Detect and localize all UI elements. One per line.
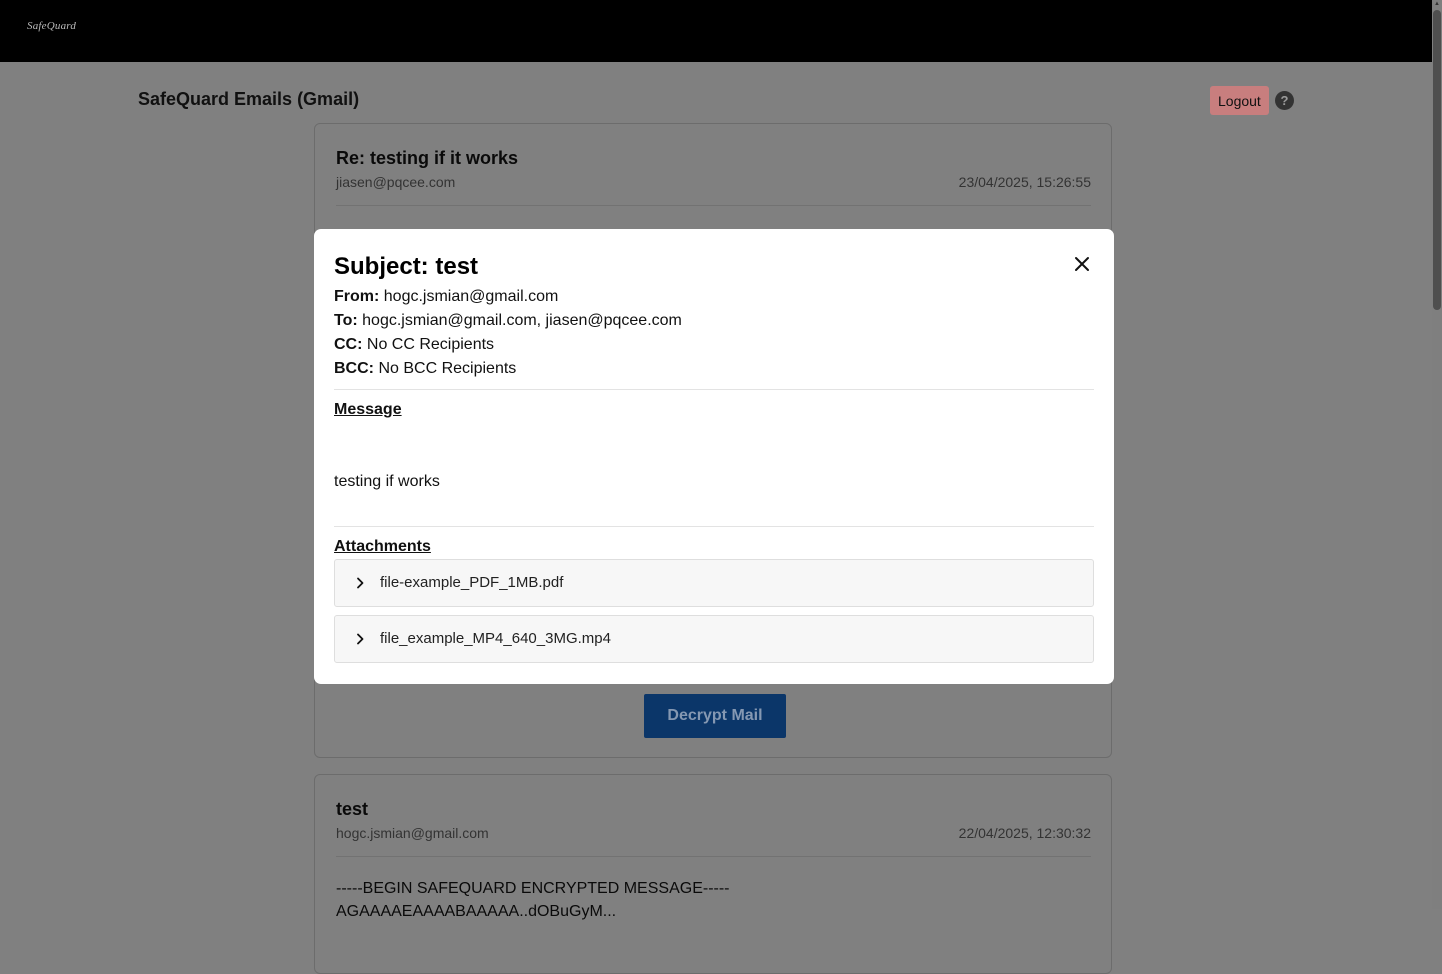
decrypt-mail-button[interactable]: Decrypt Mail (644, 694, 786, 738)
email-date: 22/04/2025, 12:30:32 (958, 825, 1091, 841)
app-logo[interactable]: SafeQuard (27, 20, 76, 32)
chevron-right-icon[interactable] (353, 632, 367, 646)
card-divider (336, 205, 1091, 206)
cc-value: No CC Recipients (366, 336, 495, 353)
message-body: testing if works (334, 473, 440, 490)
logout-button[interactable]: Logout (1210, 86, 1269, 115)
subject-label: Subject: (334, 253, 429, 280)
attachment-name: file-example_PDF_1MB.pdf (380, 574, 564, 591)
attachment-item[interactable]: file_example_MP4_640_3MG.mp4 (334, 615, 1094, 663)
help-icon[interactable]: ? (1275, 91, 1294, 110)
attachment-item[interactable]: file-example_PDF_1MB.pdf (334, 559, 1094, 607)
from-row: From: hogc.jsmian@gmail.com (334, 288, 558, 306)
subject-value: test (435, 253, 479, 280)
to-label: To: (334, 312, 358, 329)
cc-row: CC: No CC Recipients (334, 336, 494, 354)
modal-subject: Subject: test (334, 253, 478, 281)
scrollbar-thumb[interactable] (1433, 10, 1441, 310)
modal-divider (334, 526, 1094, 527)
encrypted-message-header: -----BEGIN SAFEQUARD ENCRYPTED MESSAGE--… (336, 880, 730, 897)
page-title: SafeQuard Emails (Gmail) (138, 89, 360, 109)
scroll-up-icon[interactable]: ▲ (1433, 1, 1441, 8)
bcc-label: BCC: (334, 360, 374, 377)
email-subject: test (336, 799, 369, 819)
page-scrollbar[interactable]: ▲ (1432, 0, 1442, 909)
email-date: 23/04/2025, 15:26:55 (958, 174, 1091, 190)
chevron-right-icon[interactable] (353, 576, 367, 590)
to-row: To: hogc.jsmian@gmail.com, jiasen@pqcee.… (334, 312, 682, 330)
encrypted-message-body: AGAAAAEAAAABAAAAA..dOBuGyM... (336, 903, 617, 920)
card-divider (336, 856, 1091, 857)
message-heading: Message (334, 401, 402, 418)
attachment-name: file_example_MP4_640_3MG.mp4 (380, 630, 611, 647)
from-label: From: (334, 288, 380, 305)
cc-label: CC: (334, 336, 363, 353)
from-value: hogc.jsmian@gmail.com (383, 288, 559, 305)
email-card[interactable]: test hogc.jsmian@gmail.com 22/04/2025, 1… (314, 774, 1112, 974)
attachments-heading: Attachments (334, 538, 431, 555)
email-detail-modal: Subject: test From: hogc.jsmian@gmail.co… (314, 229, 1114, 684)
email-sender: hogc.jsmian@gmail.com (336, 825, 489, 841)
to-value: hogc.jsmian@gmail.com, jiasen@pqcee.com (362, 312, 682, 329)
email-subject: Re: testing if it works (336, 148, 519, 168)
close-icon[interactable] (1072, 254, 1092, 274)
top-bar: SafeQuard (0, 0, 1432, 62)
bcc-row: BCC: No BCC Recipients (334, 360, 516, 378)
bcc-value: No BCC Recipients (378, 360, 517, 377)
email-sender: jiasen@pqcee.com (336, 174, 456, 190)
modal-divider (334, 389, 1094, 390)
